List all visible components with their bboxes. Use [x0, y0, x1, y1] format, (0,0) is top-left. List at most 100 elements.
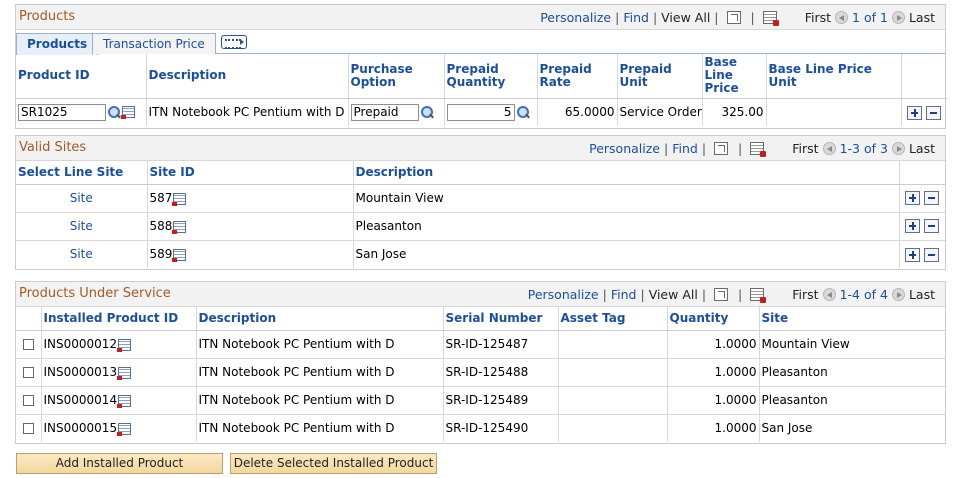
add-row-button[interactable]	[905, 219, 921, 234]
tab-transaction-price[interactable]: Transaction Price	[92, 33, 216, 54]
row-checkbox[interactable]	[22, 395, 34, 406]
detail-icon[interactable]	[117, 338, 132, 352]
detail-icon[interactable]	[121, 106, 135, 120]
products-under-service-grid: Products Under Service Personalize | Fin…	[15, 281, 946, 444]
row-select-cell	[16, 330, 42, 359]
delete-row-button[interactable]	[924, 247, 940, 262]
personalize-link[interactable]: Personalize	[540, 10, 611, 25]
row-checkbox[interactable]	[22, 339, 34, 350]
row-checkbox[interactable]	[22, 367, 34, 378]
column-header: Site ID	[147, 161, 354, 185]
detail-icon[interactable]	[172, 248, 187, 262]
next-arrow-icon[interactable]	[891, 288, 905, 301]
add-row-button[interactable]	[905, 191, 921, 206]
prepaid-quantity-cell: 5	[444, 98, 538, 126]
last-label: Last	[908, 141, 935, 156]
detail-icon[interactable]	[117, 366, 132, 380]
description-cell: ITN Notebook PC Pentium with D	[196, 330, 444, 359]
column-header: Product ID	[16, 54, 147, 99]
lookup-icon[interactable]	[420, 105, 434, 119]
products-under-service-nav: Personalize | Find | View All | | First …	[528, 287, 935, 303]
asset-tag-cell	[558, 358, 668, 387]
detail-icon[interactable]	[117, 394, 132, 408]
next-arrow-icon[interactable]	[891, 142, 905, 155]
valid-sites-grid-nav: Personalize | Find | | First 1-3 of 3 La…	[589, 141, 935, 157]
last-label: Last	[908, 10, 935, 25]
row-actions	[899, 184, 945, 213]
detail-icon[interactable]	[172, 192, 187, 206]
show-all-columns-icon[interactable]	[221, 35, 247, 49]
prepaid-quantity-input[interactable]: 5	[446, 103, 515, 121]
zoom-icon[interactable]	[714, 142, 729, 155]
site-cell: Pleasanton	[759, 358, 945, 387]
delete-selected-installed-product-button[interactable]: Delete Selected Installed Product	[230, 453, 437, 474]
zoom-icon[interactable]	[726, 11, 741, 24]
previous-arrow-icon[interactable]	[822, 142, 836, 155]
site-id-cell: 589	[147, 240, 354, 268]
asset-tag-cell	[558, 330, 668, 359]
nav-separator: |	[750, 10, 755, 25]
lookup-icon[interactable]	[516, 105, 530, 119]
products-grid-header: Products Personalize | Find | View All |…	[16, 5, 945, 30]
view-all-link[interactable]: View All	[661, 10, 710, 25]
select-site-link[interactable]: Site	[16, 184, 148, 213]
products-tab-bar: Products Transaction Price	[16, 30, 945, 55]
column-header: Prepaid Rate	[537, 54, 618, 99]
add-row-button[interactable]	[907, 105, 923, 120]
find-link[interactable]: Find	[611, 287, 637, 302]
column-header: Serial Number	[443, 307, 559, 331]
purchase-option-input[interactable]: Prepaid	[350, 103, 419, 121]
nav-separator: |	[640, 287, 645, 302]
delete-row-button[interactable]	[926, 105, 942, 120]
previous-arrow-icon[interactable]	[822, 288, 836, 301]
installed-product-id: INS0000013	[43, 365, 118, 379]
view-all-link[interactable]: View All	[649, 287, 698, 302]
row-actions	[899, 240, 945, 268]
add-row-button[interactable]	[905, 247, 921, 262]
column-header: Description	[146, 54, 349, 99]
column-header: Description	[353, 161, 900, 185]
description-cell: ITN Notebook PC Pentium with D	[196, 414, 444, 442]
base-line-price-cell: 325.00	[702, 98, 767, 126]
tab-products[interactable]: Products	[16, 33, 99, 55]
site-id-value: 588	[149, 219, 173, 233]
row-range: 1 of 1	[852, 10, 888, 25]
lookup-icon[interactable]	[108, 105, 121, 119]
site-id-value: 589	[149, 247, 173, 262]
download-icon[interactable]	[762, 11, 779, 26]
table-row: INS0000014 ITN Notebook PC Pentium with …	[16, 386, 945, 415]
purchase-option-cell: Prepaid	[348, 98, 445, 126]
zoom-icon[interactable]	[714, 288, 729, 301]
products-grid: Products Personalize | Find | View All |…	[15, 4, 947, 129]
download-icon[interactable]	[750, 142, 767, 157]
site-cell: Pleasanton	[759, 386, 945, 415]
add-installed-product-button[interactable]: Add Installed Product	[16, 453, 223, 474]
products-table: Product ID Description Purchase Option P…	[16, 54, 947, 126]
product-id-input[interactable]: SR1025	[18, 103, 106, 121]
personalize-link[interactable]: Personalize	[589, 141, 660, 156]
delete-row-button[interactable]	[924, 191, 940, 206]
column-header: Base Line Price	[702, 54, 767, 99]
select-site-link[interactable]: Site	[16, 240, 148, 268]
site-id-cell: 588	[147, 212, 354, 241]
first-label: First	[792, 141, 819, 156]
detail-icon[interactable]	[117, 422, 132, 436]
description-cell: ITN Notebook PC Pentium with D	[146, 98, 349, 126]
detail-icon[interactable]	[172, 220, 187, 234]
column-header: Base Line Price Unit	[766, 54, 902, 99]
next-arrow-icon[interactable]	[891, 11, 905, 24]
column-header: Purchase Option	[348, 54, 445, 99]
first-label: First	[792, 287, 819, 302]
previous-arrow-icon[interactable]	[835, 11, 849, 24]
valid-sites-grid: Valid Sites Personalize | Find | | First…	[15, 135, 946, 270]
download-icon[interactable]	[750, 288, 767, 303]
find-link[interactable]: Find	[672, 141, 698, 156]
select-site-link[interactable]: Site	[16, 212, 148, 241]
find-link[interactable]: Find	[623, 10, 649, 25]
nav-separator: |	[714, 10, 719, 25]
personalize-link[interactable]: Personalize	[528, 287, 599, 302]
serial-number-cell: SR-ID-125488	[443, 358, 559, 387]
products-grid-title: Products	[19, 9, 76, 24]
delete-row-button[interactable]	[924, 219, 940, 234]
row-checkbox[interactable]	[22, 423, 34, 435]
